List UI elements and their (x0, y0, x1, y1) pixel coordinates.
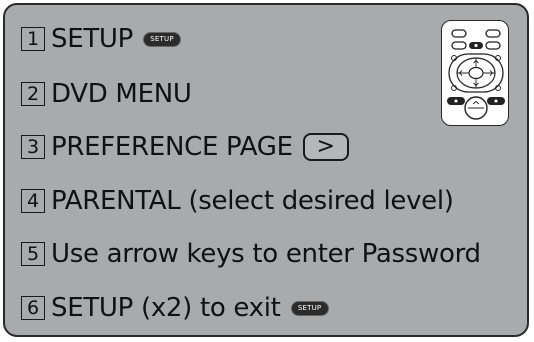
step-text: SETUP (51, 24, 134, 54)
step-5: 5 Use arrow keys to enter Password (21, 236, 481, 272)
step-1: 1 SETUP SETUP (21, 21, 182, 57)
step-text: PARENTAL (select desired level) (51, 186, 454, 216)
step-number: 6 (21, 296, 45, 320)
step-2: 2 DVD MENU (21, 76, 192, 112)
step-6: 6 SETUP (x2) to exit SETUP (21, 290, 329, 326)
step-3: 3 PREFERENCE PAGE > (21, 129, 349, 165)
step-number: 5 (21, 242, 45, 266)
step-number: 4 (21, 189, 45, 213)
step-number: 1 (21, 27, 45, 51)
step-number: 2 (21, 82, 45, 106)
remote-control-icon (441, 20, 509, 126)
step-text: DVD MENU (51, 79, 192, 109)
step-text: SETUP (x2) to exit (51, 293, 281, 323)
step-text: PREFERENCE PAGE (51, 132, 293, 162)
step-number: 3 (21, 135, 45, 159)
right-arrow-key-icon: > (302, 133, 349, 161)
setup-button-icon: SETUP (143, 31, 182, 47)
setup-button-icon: SETUP (290, 300, 329, 316)
step-text: Use arrow keys to enter Password (51, 239, 481, 269)
instruction-panel: 1 SETUP SETUP 2 DVD MENU 3 PREFERENCE PA… (3, 3, 529, 337)
step-4: 4 PARENTAL (select desired level) (21, 183, 454, 219)
